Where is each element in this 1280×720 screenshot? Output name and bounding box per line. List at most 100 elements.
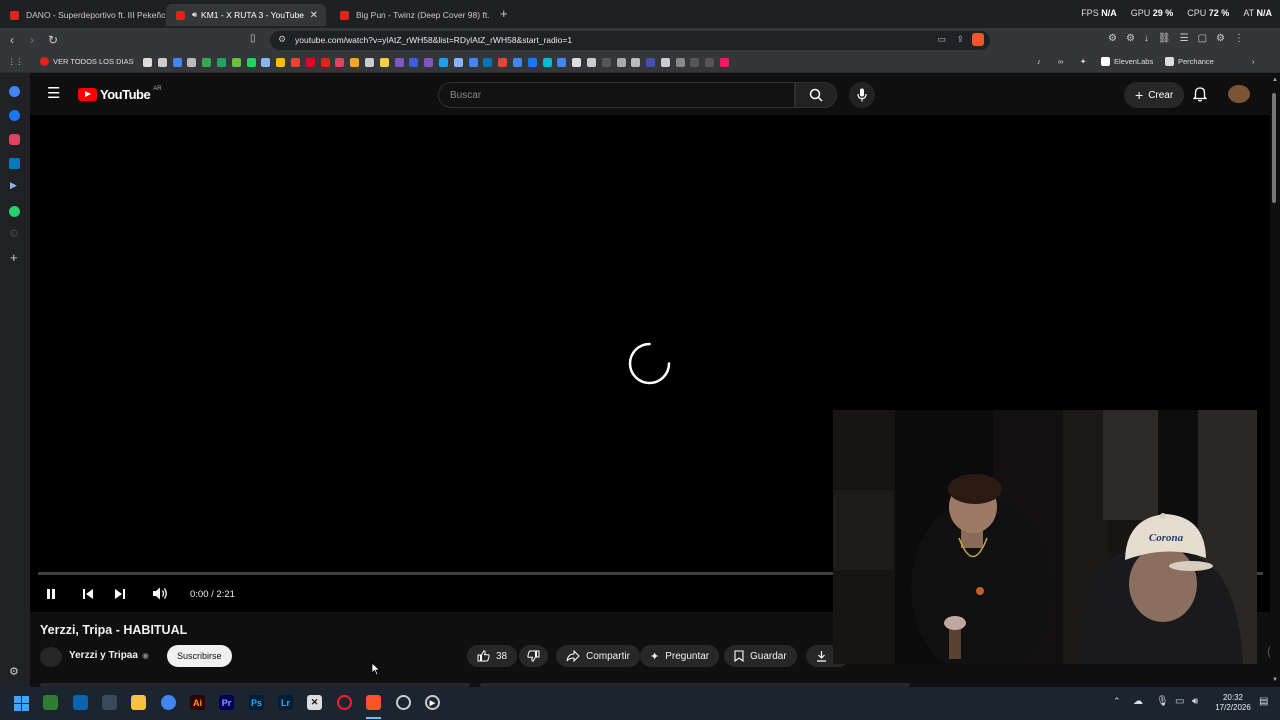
outlook-icon[interactable] <box>73 695 88 710</box>
scrollbar-thumb[interactable] <box>1272 93 1276 203</box>
browser-tab-bar: DANO - Superdeportivo ft. III Pekeño 🔊︎ … <box>0 0 1280 28</box>
hamburger-menu-icon[interactable]: ☰ <box>47 84 60 102</box>
channel-name[interactable]: Yerzzi y Tripaa <box>69 650 138 661</box>
file-explorer-icon[interactable] <box>131 695 146 710</box>
address-bar[interactable]: ⚙ youtube.com/watch?v=ylAtZ_rWH58&list=R… <box>270 31 990 50</box>
volume-icon[interactable] <box>152 586 169 601</box>
reload-icon[interactable]: ↻ <box>48 33 58 47</box>
tray-chevron-icon[interactable]: ⌃ <box>1113 696 1121 707</box>
apps-icon[interactable]: ⋮⋮ <box>8 57 23 66</box>
widgets-icon[interactable] <box>43 695 58 710</box>
scroll-up-icon[interactable]: ▲ <box>1272 77 1278 83</box>
capcut-icon[interactable]: ✕ <box>307 695 322 710</box>
bookmark-ver-todos[interactable]: VER TODOS LOS DIAS <box>40 57 134 66</box>
trello-sidebar-icon[interactable] <box>9 158 20 169</box>
share-button[interactable]: Compartir <box>556 645 640 667</box>
forward-icon[interactable]: › <box>30 33 34 47</box>
bookmark-elevenlabs[interactable]: ElevenLabs <box>1101 57 1153 66</box>
notifications-icon[interactable]: ▤ <box>1259 696 1268 707</box>
avatar[interactable] <box>1228 85 1250 103</box>
next-video-icon[interactable] <box>114 588 126 600</box>
back-icon[interactable]: ‹ <box>10 33 14 47</box>
illustrator-icon[interactable]: Ai <box>190 695 205 710</box>
like-button[interactable]: 38 <box>467 645 518 667</box>
site-info-icon[interactable]: ⚙ <box>278 34 286 45</box>
ask-button[interactable]: ✦ Preguntar <box>640 645 720 667</box>
bookmark-sparkle-icon[interactable]: ✦ <box>1080 57 1086 66</box>
instagram-sidebar-icon[interactable] <box>9 134 20 145</box>
calculator-icon[interactable] <box>102 695 117 710</box>
network-icon[interactable]: ▭ <box>1175 696 1184 707</box>
obs-icon[interactable] <box>396 695 411 710</box>
dislike-button[interactable] <box>519 645 548 667</box>
new-tab-button[interactable]: + <box>500 6 508 21</box>
download-icon <box>817 651 826 662</box>
search-button[interactable] <box>795 82 837 108</box>
tiktok-bookmark-icon[interactable]: ♪ <box>1037 57 1041 66</box>
channel-avatar[interactable] <box>40 647 62 667</box>
onedrive-icon[interactable]: ☁ <box>1133 696 1143 707</box>
mic-tray-icon[interactable]: 🎙︎ <box>1156 696 1169 707</box>
scroll-down-icon[interactable]: ▼ <box>1272 677 1278 683</box>
microphone-icon <box>857 88 867 102</box>
browser-tab-3[interactable]: Big Pun - Twinz (Deep Cover 98) ft. F <box>330 4 490 26</box>
close-tab-icon[interactable]: ✕ <box>310 10 318 21</box>
verified-icon: ◉ <box>142 651 149 660</box>
bookmarks-bar: ⋮⋮ VER TODOS LOS DIAS ♪ ∞ ✦ ElevenLabs P… <box>0 53 1280 73</box>
play-sidebar-icon[interactable]: ▶ <box>10 180 17 191</box>
extension-icons[interactable]: ⚙⚙↓⛓☰▢⚙⋮ <box>1108 33 1253 44</box>
clock-date: 17/2/2026 <box>1215 703 1251 712</box>
settings-sidebar-icon[interactable]: ⚙ <box>9 227 19 240</box>
more-bookmarks-icon[interactable]: › <box>1252 57 1255 66</box>
youtube-logo[interactable]: YouTube AR <box>78 86 162 102</box>
whatsapp-sidebar-icon[interactable] <box>9 206 20 217</box>
brave-icon[interactable] <box>366 695 381 710</box>
browser-tab-1[interactable]: DANO - Superdeportivo ft. III Pekeño <box>0 4 165 26</box>
share-icon <box>566 650 580 662</box>
premiere-icon[interactable]: Pr <box>219 695 234 710</box>
stat-cpu: CPU 72 % <box>1187 8 1230 18</box>
page-scrollbar[interactable]: ▲ ▼ <box>1270 73 1280 687</box>
browser-tab-2-active[interactable]: 🔊︎ KM1 - X RUTA 3 - YouTube ✕ <box>166 4 326 26</box>
pause-button-icon[interactable] <box>45 588 57 600</box>
create-button[interactable]: + Crear <box>1124 82 1185 108</box>
tab-title: Big Pun - Twinz (Deep Cover 98) ft. F <box>356 10 490 20</box>
svg-text:Corona: Corona <box>1149 532 1184 544</box>
browser-toolbar: ‹ › ↻ ▯ ⚙ youtube.com/watch?v=ylAtZ_rWH5… <box>0 28 1280 53</box>
facebook-sidebar-icon[interactable] <box>9 110 20 121</box>
url-text[interactable]: youtube.com/watch?v=ylAtZ_rWH58&list=RDy… <box>295 35 572 45</box>
photoshop-icon[interactable]: Ps <box>249 695 264 710</box>
previous-video-icon[interactable] <box>82 588 94 600</box>
cast-icon[interactable]: ▭ <box>937 34 946 45</box>
share-icon[interactable]: ⇪ <box>956 34 964 45</box>
subscribe-button[interactable]: Suscribirse <box>167 645 232 667</box>
chrome-sidebar-icon[interactable] <box>9 86 20 97</box>
sparkle-icon: ✦ <box>650 650 660 663</box>
plus-icon: + <box>1135 87 1144 103</box>
save-button[interactable]: Guardar <box>724 645 797 667</box>
clock[interactable]: 20:32 17/2/2026 <box>1214 693 1252 713</box>
chrome-icon[interactable] <box>161 695 176 710</box>
clock-time: 20:32 <box>1222 693 1244 702</box>
bookmark-favicons[interactable] <box>143 58 730 67</box>
sidebar-settings-icon[interactable]: ⚙ <box>9 665 19 678</box>
search-input[interactable]: Buscar <box>438 82 795 108</box>
bookmark-misc-icon[interactable]: ∞ <box>1058 57 1063 66</box>
windows-taskbar: Ai Pr Ps Lr ✕ ▶ ⌃ ☁ 🎙︎ ▭ 🔊︎ 20:32 17/2/2… <box>0 687 1280 720</box>
volume-tray-icon[interactable]: 🔊︎ <box>1192 696 1198 707</box>
add-sidebar-icon[interactable]: + <box>10 250 18 265</box>
opera-icon[interactable] <box>337 695 352 710</box>
voice-search-button[interactable] <box>849 82 875 108</box>
youtube-header: ☰ YouTube AR Buscar + Crear <box>30 73 1270 115</box>
media-player-icon[interactable]: ▶ <box>425 695 440 710</box>
bookmark-icon[interactable]: ▯ <box>250 33 256 44</box>
video-title: Yerzzi, Tripa - HABITUAL <box>40 623 188 637</box>
notifications-bell-icon[interactable] <box>1193 87 1207 102</box>
bookmark-perchance[interactable]: Perchance <box>1165 57 1214 66</box>
stat-gpu: GPU 29 % <box>1130 8 1174 18</box>
webcam-feed-image: Corona <box>833 410 1257 664</box>
windows-start-icon[interactable] <box>14 696 29 711</box>
tab-title: KM1 - X RUTA 3 - YouTube <box>201 10 305 20</box>
brave-shields-icon[interactable] <box>972 33 984 46</box>
lightroom-icon[interactable]: Lr <box>278 695 293 710</box>
